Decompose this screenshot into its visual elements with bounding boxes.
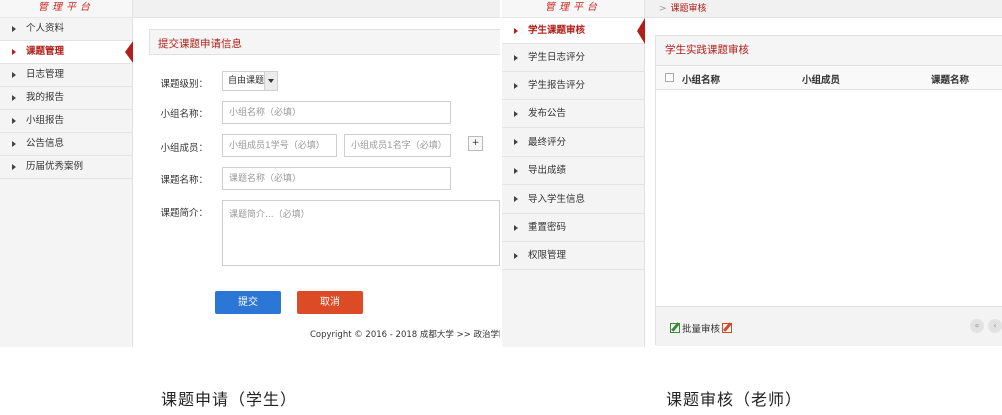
student-caption: 课题申请（学生）	[161, 390, 298, 409]
topic-intro-textarea[interactable]	[222, 200, 500, 266]
cancel-button[interactable]: 取消	[297, 291, 363, 314]
batch-review-button[interactable]: 批量审核	[670, 321, 734, 335]
caret-right-icon	[514, 28, 518, 34]
sidebar-item-import-students[interactable]: 导入学生信息	[502, 185, 644, 214]
teacher-sidebar: 管理平台 学生课题审核 学生日志评分 学生报告评分 发布公告 最终评分 导出成绩…	[502, 0, 645, 347]
submit-button[interactable]: 提交	[215, 291, 281, 314]
sidebar-item-group-report[interactable]: 小组报告	[0, 110, 132, 133]
member-id-input[interactable]	[222, 134, 337, 157]
column-group-members[interactable]: 小组成员	[802, 72, 840, 86]
sidebar-item-label: 小组报告	[26, 115, 65, 126]
topic-name-input[interactable]	[222, 167, 451, 190]
level-select[interactable]: 自由课题	[222, 71, 278, 91]
active-indicator	[637, 18, 645, 44]
sidebar-item-reset-password[interactable]: 重置密码	[502, 214, 644, 242]
student-sidebar: 管理平台 个人资料 课题管理 日志管理 我的报告 小组报告 公告信息 历届优秀案…	[0, 0, 133, 347]
sidebar-item-label: 重置密码	[528, 222, 567, 233]
caret-right-icon	[12, 72, 16, 78]
sidebar-item-permissions[interactable]: 权限管理	[502, 242, 644, 270]
left-top-bar	[133, 0, 500, 18]
caret-right-icon	[514, 168, 518, 174]
column-group-name[interactable]: 小组名称	[682, 72, 720, 86]
caret-right-icon	[12, 95, 16, 101]
sidebar-item-label: 导出成绩	[528, 165, 567, 176]
sidebar-item-label: 公告信息	[26, 138, 65, 149]
caret-right-icon	[12, 164, 16, 170]
sidebar-item-label: 我的报告	[26, 92, 65, 103]
caret-right-icon	[514, 111, 518, 117]
sidebar-item-profile[interactable]: 个人资料	[0, 18, 132, 41]
breadcrumb-separator: >	[659, 4, 667, 14]
right-top-bar: > 课题审核	[645, 0, 1002, 18]
sidebar-item-label: 课题管理	[26, 46, 65, 57]
caret-right-icon	[12, 141, 16, 147]
review-title: 学生实践课题审核	[665, 44, 749, 56]
edit-icon	[722, 323, 733, 333]
level-label: 课题级别：	[160, 79, 208, 90]
sidebar-item-label: 学生课题审核	[528, 25, 586, 36]
caret-right-icon	[12, 49, 16, 55]
sidebar-item-label: 学生日志评分	[528, 52, 586, 63]
caret-right-icon	[514, 253, 518, 259]
caret-right-icon	[514, 139, 518, 145]
platform-logo: 管理平台	[502, 0, 644, 18]
sidebar-item-past-cases[interactable]: 历届优秀案例	[0, 156, 132, 179]
topic-name-label: 课题名称：	[160, 175, 208, 186]
sidebar-item-label: 个人资料	[26, 23, 65, 34]
active-indicator	[125, 41, 133, 63]
members-label: 小组成员：	[160, 143, 208, 154]
sidebar-item-log-management[interactable]: 日志管理	[0, 64, 132, 87]
caret-right-icon	[514, 196, 518, 202]
first-page-button[interactable]: «	[970, 319, 984, 333]
batch-review-label: 批量审核	[682, 324, 721, 335]
sidebar-item-report-scoring[interactable]: 学生报告评分	[502, 72, 644, 100]
sidebar-item-label: 导入学生信息	[528, 194, 586, 205]
group-name-label: 小组名称：	[160, 109, 208, 120]
edit-icon	[670, 323, 680, 333]
sidebar-item-label: 最终评分	[528, 137, 567, 148]
sidebar-item-publish-announcement[interactable]: 发布公告	[502, 100, 644, 128]
sidebar-item-final-score[interactable]: 最终评分	[502, 128, 644, 157]
sidebar-item-log-scoring[interactable]: 学生日志评分	[502, 44, 644, 72]
copyright-text: Copyright © 2016 - 2018 成都大学 >> 政治学院	[310, 330, 500, 340]
sidebar-item-topic-review[interactable]: 学生课题审核	[502, 18, 645, 44]
sidebar-item-label: 发布公告	[528, 108, 567, 119]
caret-right-icon	[12, 118, 16, 124]
breadcrumb-current[interactable]: 课题审核	[671, 4, 707, 14]
add-member-button[interactable]: +	[468, 136, 483, 151]
review-panel: 学生实践课题审核 小组名称 小组成员 课题名称 批量审核 « ‹	[655, 35, 1002, 346]
sidebar-item-label: 历届优秀案例	[26, 161, 84, 172]
sidebar-item-label: 权限管理	[528, 250, 567, 261]
caret-right-icon	[514, 225, 518, 231]
sidebar-item-export-scores[interactable]: 导出成绩	[502, 157, 644, 185]
sidebar-item-announcements[interactable]: 公告信息	[0, 133, 132, 156]
table-footer: 批量审核 « ‹	[656, 306, 1002, 346]
caret-right-icon	[514, 83, 518, 89]
platform-logo: 管理平台	[0, 0, 132, 18]
form-title: 提交课题申请信息	[158, 38, 242, 50]
form-panel-header: 提交课题申请信息	[149, 29, 500, 55]
teacher-caption: 课题审核（老师）	[666, 390, 803, 409]
table-header: 小组名称 小组成员 课题名称	[656, 66, 1002, 90]
member-name-input[interactable]	[344, 134, 451, 157]
column-topic-name[interactable]: 课题名称	[931, 72, 969, 86]
breadcrumb: > 课题审核	[659, 1, 707, 14]
review-panel-header: 学生实践课题审核	[656, 36, 1002, 66]
chevron-down-icon	[264, 72, 277, 90]
caret-right-icon	[12, 26, 16, 32]
topic-intro-label: 课题简介：	[160, 208, 208, 219]
sidebar-item-my-report[interactable]: 我的报告	[0, 87, 132, 110]
sidebar-item-label: 日志管理	[26, 69, 65, 80]
caret-right-icon	[514, 55, 518, 61]
group-name-input[interactable]	[222, 101, 451, 124]
select-all-checkbox[interactable]	[665, 73, 674, 82]
prev-page-button[interactable]: ‹	[988, 319, 1002, 333]
sidebar-item-label: 学生报告评分	[528, 80, 586, 91]
level-select-value: 自由课题	[228, 76, 265, 86]
sidebar-item-topic-management[interactable]: 课题管理	[0, 41, 133, 64]
